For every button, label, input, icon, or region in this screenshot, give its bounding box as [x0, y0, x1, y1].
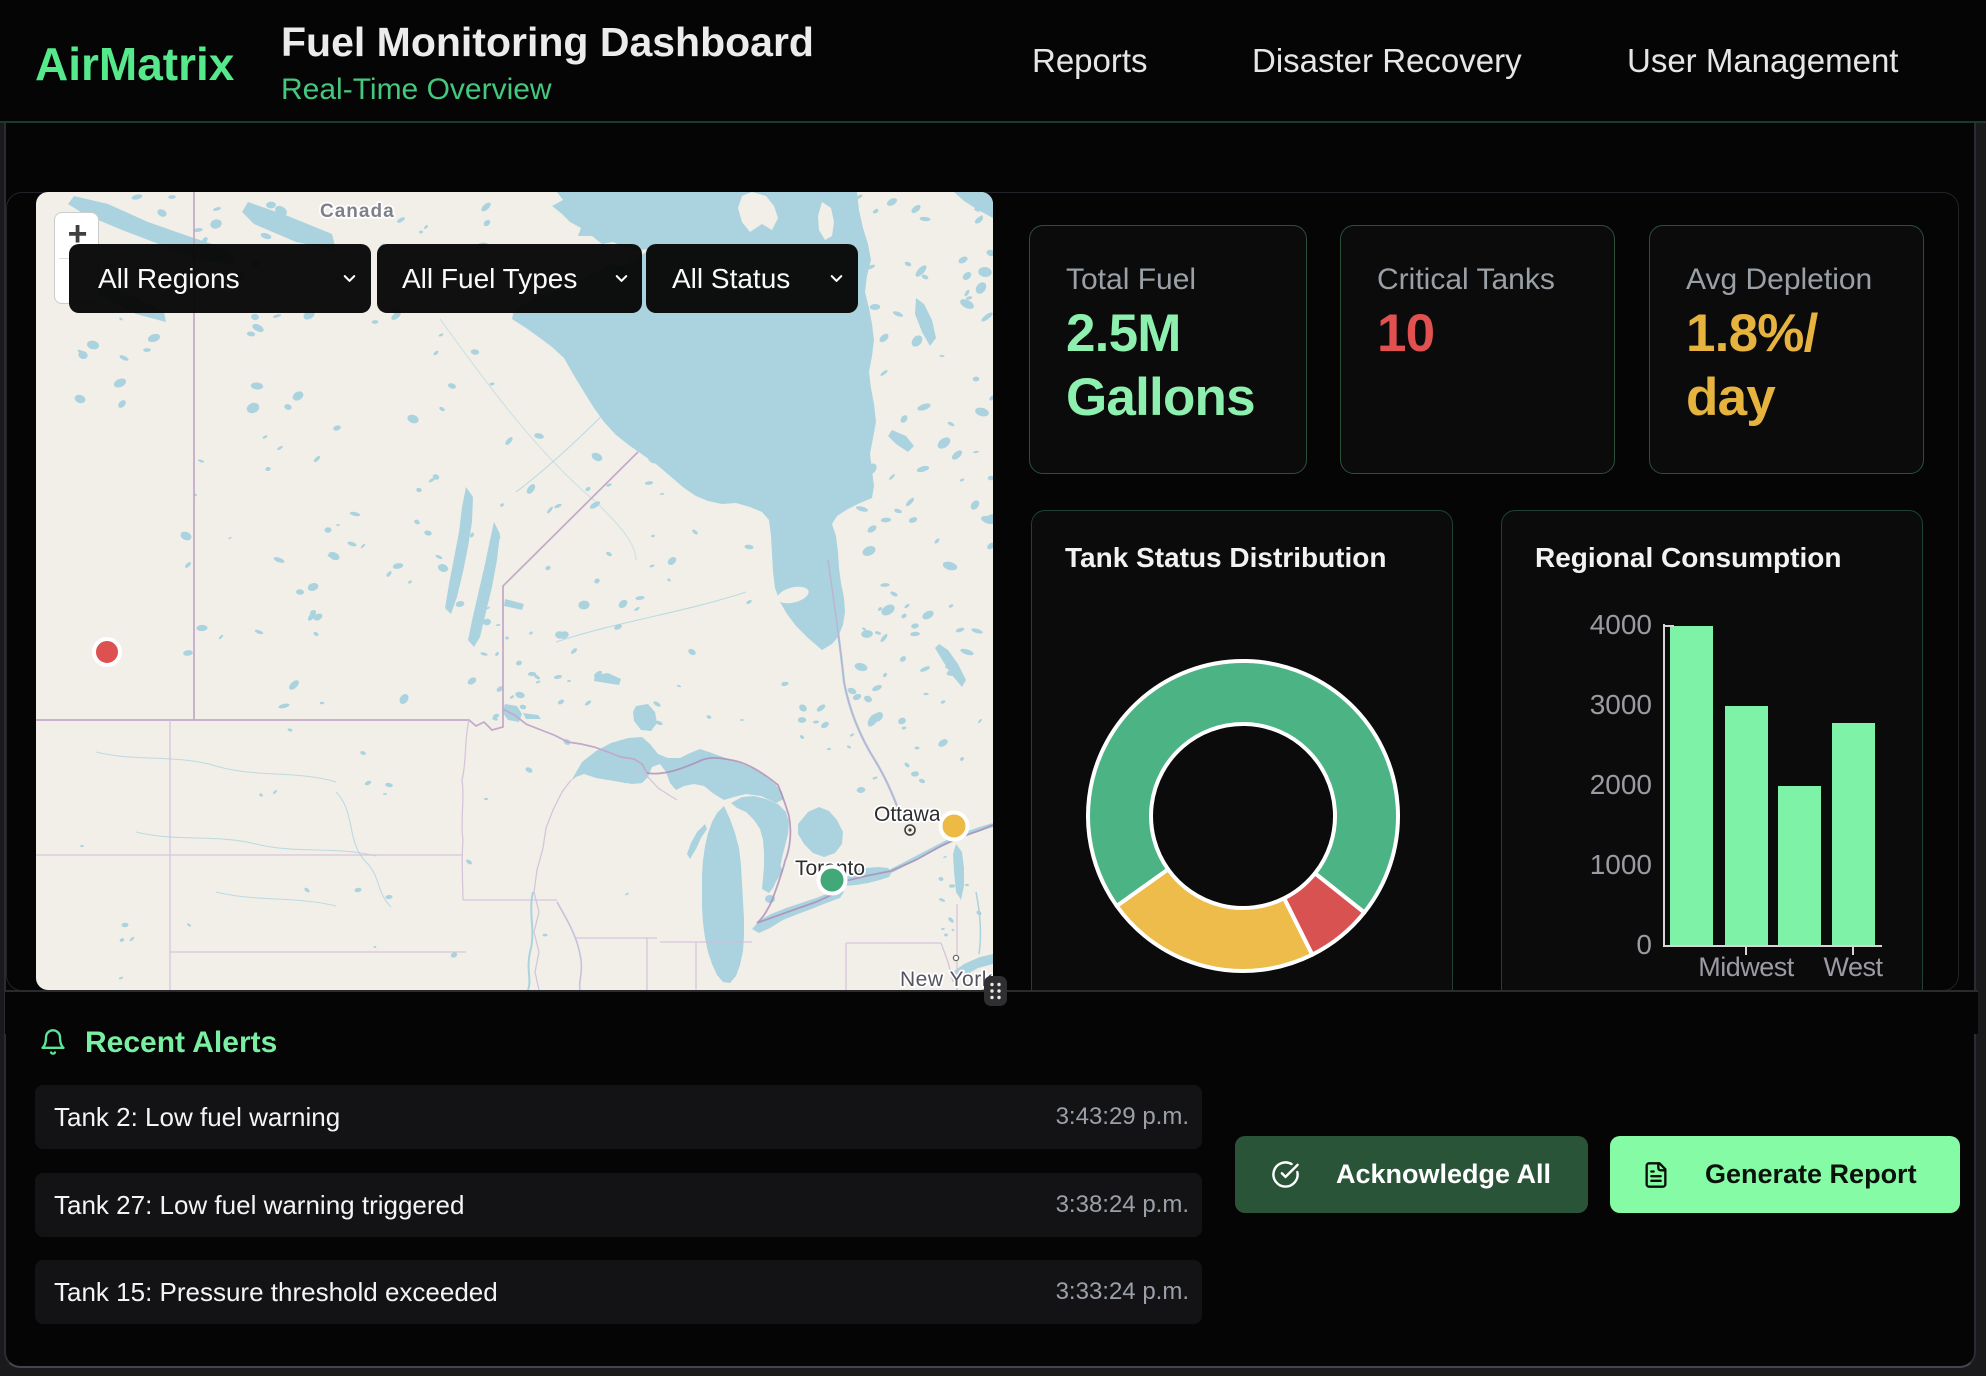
svg-text:2000: 2000 [1590, 769, 1652, 800]
svg-text:Canada: Canada [320, 201, 395, 222]
svg-text:New York: New York [900, 968, 993, 990]
svg-text:Midwest: Midwest [1698, 952, 1795, 982]
svg-text:1000: 1000 [1590, 849, 1652, 880]
svg-text:0: 0 [1636, 929, 1652, 960]
svg-text:West: West [1823, 952, 1883, 982]
svg-text:Ottawa: Ottawa [874, 803, 941, 826]
svg-text:3000: 3000 [1590, 689, 1652, 720]
svg-text:4000: 4000 [1590, 609, 1652, 640]
